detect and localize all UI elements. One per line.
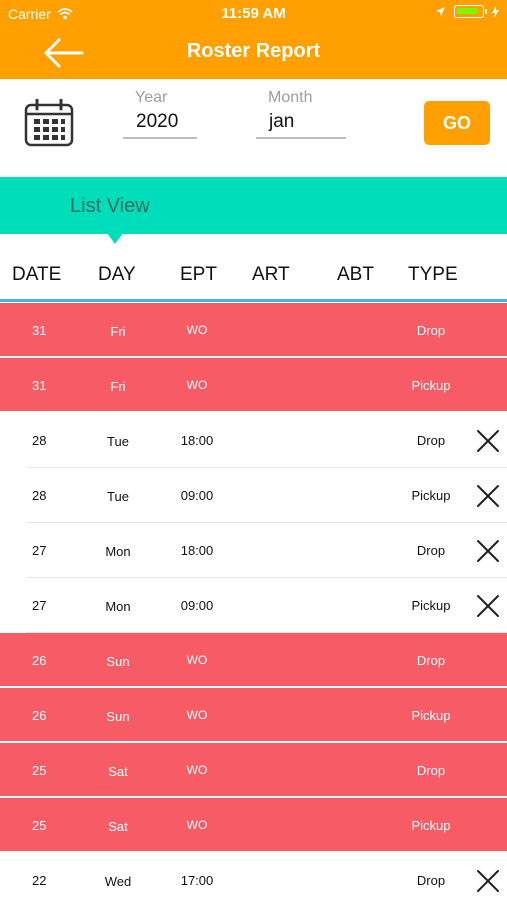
cell-day: Sat — [108, 819, 128, 834]
tab-pointer — [107, 233, 123, 244]
cell-type: Drop — [416, 543, 446, 558]
table-row: 31 Fri WO Drop — [0, 303, 507, 358]
cell-date: 26 — [32, 653, 47, 668]
cell-ept: 18:00 — [180, 543, 214, 558]
table-header: DATE DAY EPT ART ABT TYPE — [0, 258, 507, 298]
close-icon[interactable] — [476, 539, 500, 563]
cell-day: Fri — [110, 379, 126, 394]
cell-day: Tue — [107, 489, 129, 504]
cell-date: 27 — [32, 543, 47, 558]
list-view-label: List View — [70, 195, 150, 217]
cell-type: Pickup — [411, 708, 451, 723]
cell-ept: 09:00 — [180, 488, 214, 503]
table-row: 27 Mon 18:00 Drop — [0, 523, 507, 578]
cell-ept: WO — [186, 653, 208, 667]
header-ept: EPT — [180, 264, 217, 285]
close-icon[interactable] — [476, 429, 500, 453]
cell-day: Tue — [107, 434, 129, 449]
cell-type: Pickup — [411, 818, 451, 833]
cell-date: 25 — [32, 818, 47, 833]
location-arrow-icon — [436, 7, 445, 16]
table-row: 28 Tue 18:00 Drop — [0, 413, 507, 468]
year-input[interactable]: 2020 — [123, 111, 197, 139]
cell-ept: WO — [186, 378, 208, 392]
page-title: Roster Report — [186, 40, 321, 62]
cell-ept: WO — [186, 323, 208, 337]
cell-date: 28 — [32, 488, 47, 503]
status-right — [435, 5, 499, 18]
table-row: 28 Tue 09:00 Pickup — [0, 468, 507, 523]
cell-date: 31 — [32, 378, 47, 393]
clock: 11:59 AM — [221, 5, 286, 22]
table-row: 26 Sun WO Pickup — [0, 688, 507, 743]
header-type: TYPE — [408, 264, 458, 285]
roster-list: 31 Fri WO Drop 31 Fri WO Pickup 28 Tue 18:00 Drop 28… — [0, 303, 507, 900]
cell-ept: WO — [186, 818, 208, 832]
cell-day: Mon — [105, 599, 131, 614]
cell-ept: 18:00 — [180, 433, 214, 448]
cell-type: Drop — [416, 323, 446, 338]
cell-type: Drop — [416, 763, 446, 778]
month-field[interactable]: Month jan — [256, 89, 346, 139]
cell-type: Pickup — [411, 378, 451, 393]
table-row: 26 Sun WO Drop — [0, 633, 507, 688]
cell-date: 31 — [32, 323, 47, 338]
cell-type: Pickup — [411, 598, 451, 613]
cell-type: Drop — [416, 433, 446, 448]
year-field[interactable]: Year 2020 — [123, 89, 197, 139]
cell-day: Sun — [106, 709, 130, 724]
table-row: 25 Sat WO Drop — [0, 743, 507, 798]
header-divider — [0, 299, 507, 302]
cell-type: Drop — [416, 653, 446, 668]
cell-type: Drop — [416, 873, 446, 888]
header-art: ART — [252, 264, 290, 285]
header-abt: ABT — [337, 264, 374, 285]
cell-date: 26 — [32, 708, 47, 723]
month-label: Month — [268, 89, 313, 106]
cell-ept: 09:00 — [180, 598, 214, 613]
table-row: 31 Fri WO Pickup — [0, 358, 507, 413]
close-icon[interactable] — [476, 594, 500, 618]
cell-day: Fri — [110, 324, 126, 339]
cell-day: Sat — [108, 764, 128, 779]
charging-bolt-icon — [492, 5, 499, 18]
table-row: 27 Mon 09:00 Pickup — [0, 578, 507, 633]
table-row: 25 Sat WO Pickup — [0, 798, 507, 853]
status-bar: Carrier 11:59 AM — [0, 0, 507, 28]
cell-ept: WO — [186, 763, 208, 777]
go-button[interactable]: GO — [424, 101, 490, 145]
cell-date: 22 — [32, 873, 47, 888]
year-label: Year — [135, 89, 168, 106]
header-date: DATE — [12, 264, 62, 285]
cell-day: Mon — [105, 544, 131, 559]
close-icon[interactable] — [476, 869, 500, 893]
close-icon[interactable] — [476, 484, 500, 508]
list-view-tab[interactable]: List View — [0, 177, 507, 234]
filter-panel: Year 2020 Month jan GO — [0, 79, 507, 179]
battery-icon — [454, 5, 487, 18]
cell-date: 27 — [32, 598, 47, 613]
cell-day: Wed — [104, 874, 132, 889]
cell-day: Sun — [106, 654, 130, 669]
cell-ept: 17:00 — [180, 873, 214, 888]
nav-bar: Roster Report — [0, 28, 507, 79]
calendar-icon[interactable] — [24, 99, 74, 147]
cell-ept: WO — [186, 708, 208, 722]
header-day: DAY — [98, 264, 136, 285]
cell-date: 25 — [32, 763, 47, 778]
month-input[interactable]: jan — [256, 111, 346, 139]
table-row: 22 Wed 17:00 Drop — [0, 853, 507, 900]
cell-type: Pickup — [411, 488, 451, 503]
app-header: Carrier 11:59 AM Roster Report — [0, 0, 507, 79]
cell-date: 28 — [32, 433, 47, 448]
